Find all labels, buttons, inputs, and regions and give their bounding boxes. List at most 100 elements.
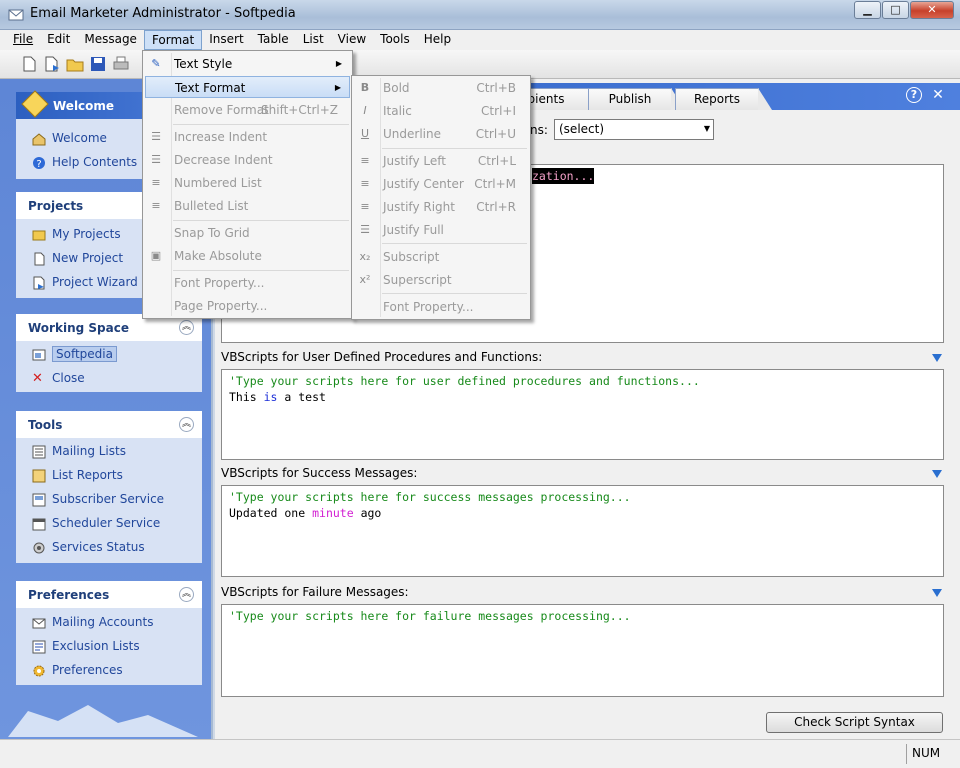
menu-item-increase-indent[interactable]: ☰ Increase Indent <box>145 126 350 148</box>
sidebar-item-mailing-lists[interactable]: Mailing Lists <box>16 440 202 464</box>
menu-help[interactable]: Help <box>417 30 458 50</box>
submenu-item-bold[interactable]: B Bold Ctrl+B <box>354 77 528 99</box>
working-space-collapse-icon[interactable]: ︽ <box>179 320 194 335</box>
section2-label: VBScripts for Success Messages: <box>221 466 418 480</box>
preferences-panel: Preferences ︽ Mailing Accounts Exclusion… <box>16 581 202 685</box>
menu-table[interactable]: Table <box>251 30 296 50</box>
menu-item-make-absolute[interactable]: ▣ Make Absolute <box>145 245 350 267</box>
menu-item-page-property[interactable]: Page Property... <box>145 295 350 317</box>
app-mail-icon <box>8 9 24 21</box>
success-code-editor[interactable]: 'Type your scripts here for success mess… <box>221 485 944 577</box>
working-space-panel: Working Space ︽ Softpedia ✕ Close <box>16 314 202 392</box>
close-x-icon: ✕ <box>32 371 43 386</box>
menu-item-numbered-list[interactable]: ≡ Numbered List <box>145 172 350 194</box>
svg-text:?: ? <box>36 159 41 170</box>
print-icon[interactable] <box>112 55 130 73</box>
sidebar-item-preferences[interactable]: Preferences <box>16 659 202 683</box>
sidebar-item-softpedia[interactable]: Softpedia <box>16 343 202 367</box>
sidebar-item-close[interactable]: ✕ Close <box>16 367 202 391</box>
failure-code-editor[interactable]: 'Type your scripts here for failure mess… <box>221 604 944 697</box>
section3-expand-icon[interactable] <box>932 589 942 597</box>
functions-label: ns: <box>530 123 548 137</box>
wizard-icon <box>33 276 45 290</box>
check-script-syntax-button[interactable]: Check Script Syntax <box>766 712 943 733</box>
text-format-submenu: B Bold Ctrl+B I Italic Ctrl+I U Underline C… <box>351 75 531 320</box>
decorative-envelopes-graphic <box>8 705 198 737</box>
menu-view[interactable]: View <box>331 30 373 50</box>
my-projects-icon <box>32 230 46 241</box>
home-icon <box>32 133 46 146</box>
tools-collapse-icon[interactable]: ︽ <box>179 417 194 432</box>
menu-item-text-style[interactable]: ✎ Text Style ▶ <box>145 53 350 75</box>
italic-icon: I <box>363 104 367 117</box>
menu-item-remove-format[interactable]: Remove Format Shift+Ctrl+Z <box>145 99 350 121</box>
sidebar-item-scheduler-service[interactable]: Scheduler Service <box>16 512 202 536</box>
workspace-icon <box>32 349 46 361</box>
increase-indent-icon: ☰ <box>151 130 161 143</box>
menu-list[interactable]: List <box>296 30 331 50</box>
submenu-item-font-property[interactable]: Font Property... <box>354 296 528 318</box>
menu-file[interactable]: File <box>6 30 40 50</box>
make-absolute-icon: ▣ <box>150 249 162 262</box>
tab-reports[interactable]: Reports <box>675 88 772 110</box>
menu-item-text-format[interactable]: Text Format ▶ <box>145 76 350 98</box>
submenu-item-italic[interactable]: I Italic Ctrl+I <box>354 100 528 122</box>
minimize-button[interactable]: ▁ <box>854 1 881 19</box>
open-folder-icon[interactable] <box>66 55 84 73</box>
menu-tools[interactable]: Tools <box>373 30 417 50</box>
sidebar-item-exclusion-lists[interactable]: Exclusion Lists <box>16 635 202 659</box>
section3-label: VBScripts for Failure Messages: <box>221 585 409 599</box>
tools-panel-title: Tools <box>16 411 202 438</box>
sidebar-item-mailing-accounts[interactable]: Mailing Accounts <box>16 611 202 635</box>
justify-left-icon: ≡ <box>360 154 370 167</box>
menu-insert[interactable]: Insert <box>202 30 250 50</box>
tab-publish[interactable]: Publish <box>588 88 685 110</box>
submenu-item-underline[interactable]: U Underline Ctrl+U <box>354 123 528 145</box>
functions-select[interactable]: (select) ▼ <box>554 119 714 140</box>
services-status-icon <box>33 542 45 554</box>
menu-item-font-property[interactable]: Font Property... <box>145 272 350 294</box>
submenu-item-justify-center[interactable]: ≡ Justify Center Ctrl+M <box>354 173 528 195</box>
preferences-collapse-icon[interactable]: ︽ <box>179 587 194 602</box>
sidebar-item-subscriber-service[interactable]: Subscriber Service <box>16 488 202 512</box>
underline-icon: U <box>360 127 370 140</box>
title-bar: Email Marketer Administrator - Softpedia… <box>0 0 960 30</box>
submenu-item-justify-full[interactable]: ☰ Justify Full <box>354 219 528 241</box>
sidebar-item-list-reports[interactable]: List Reports <box>16 464 202 488</box>
calendar-icon <box>32 518 46 531</box>
help-circle-icon[interactable]: ? <box>906 87 922 103</box>
new-project-icon <box>34 252 45 266</box>
format-menu: ✎ Text Style ▶ Text Format ▶ Remove Format… <box>142 50 353 319</box>
close-window-button[interactable]: ✕ <box>910 1 954 19</box>
submenu-item-subscript[interactable]: x₂ Subscript <box>354 246 528 268</box>
menu-item-snap-to-grid[interactable]: Snap To Grid <box>145 222 350 244</box>
submenu-item-justify-right[interactable]: ≡ Justify Right Ctrl+R <box>354 196 528 218</box>
justify-full-icon: ☰ <box>360 223 370 236</box>
menu-message[interactable]: Message <box>77 30 144 50</box>
help-icon: ? <box>33 157 45 170</box>
section1-expand-icon[interactable] <box>932 354 942 362</box>
procedures-code-editor[interactable]: 'Type your scripts here for user defined… <box>221 369 944 460</box>
bulleted-list-icon: ≡ <box>151 199 161 212</box>
justify-right-icon: ≡ <box>360 200 370 213</box>
section2-expand-icon[interactable] <box>932 470 942 478</box>
num-lock-indicator: NUM <box>912 746 941 760</box>
sidebar-item-services-status[interactable]: Services Status <box>16 536 202 560</box>
menu-edit[interactable]: Edit <box>40 30 77 50</box>
text-style-icon: ✎ <box>151 57 161 70</box>
exclusion-lists-icon <box>32 640 46 654</box>
menu-format[interactable]: Format <box>143 30 203 50</box>
close-tab-icon[interactable]: ✕ <box>930 87 946 103</box>
submenu-item-justify-left[interactable]: ≡ Justify Left Ctrl+L <box>354 150 528 172</box>
subscript-icon: x₂ <box>359 250 371 263</box>
menu-item-bulleted-list[interactable]: ≡ Bulleted List <box>145 195 350 217</box>
decrease-indent-icon: ☰ <box>151 153 161 166</box>
new-document-icon[interactable] <box>20 55 38 73</box>
submenu-item-superscript[interactable]: x² Superscript <box>354 269 528 291</box>
status-bar: NUM <box>0 739 960 768</box>
menu-item-decrease-indent[interactable]: ☰ Decrease Indent <box>145 149 350 171</box>
new-from-template-icon[interactable] <box>43 55 61 73</box>
maximize-button[interactable]: □ <box>882 1 909 19</box>
save-icon[interactable] <box>89 55 107 73</box>
justify-center-icon: ≡ <box>360 177 370 190</box>
